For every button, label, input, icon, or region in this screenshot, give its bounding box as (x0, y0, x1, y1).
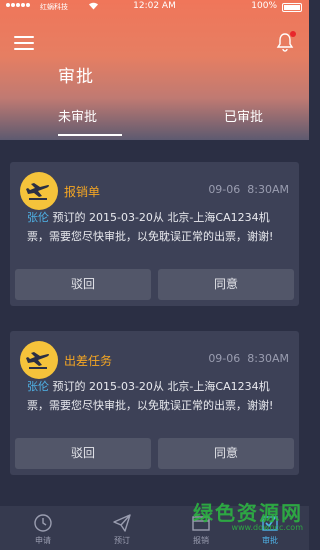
card-text: 预订的 2015-03-20从 北京-上海CA1234机票，需要您尽快审批，以免… (27, 211, 274, 243)
page-title: 审批 (58, 67, 94, 87)
card-time: 8:30AM (247, 352, 289, 365)
plane-icon (20, 172, 58, 210)
battery-percent: 100% (251, 1, 277, 11)
watermark-url: www.downcc.com (231, 523, 303, 532)
card-date: 09-06 (208, 352, 241, 365)
card-title: 出差任务 (64, 354, 113, 368)
reject-button[interactable]: 驳回 (15, 438, 151, 469)
nav-apply[interactable]: 申请 (13, 506, 73, 550)
paper-plane-icon (113, 514, 131, 532)
card-datetime: 09-06 8:30AM (208, 183, 289, 196)
card-datetime: 09-06 8:30AM (208, 352, 289, 365)
approval-card: 报销单 09-06 8:30AM 张伦 预订的 2015-03-20从 北京-上… (10, 162, 299, 306)
battery-icon (282, 3, 302, 12)
watermark: 绿色资源网 www.downcc.com (193, 497, 303, 532)
tab-active-indicator (58, 134, 122, 136)
approve-button[interactable]: 同意 (158, 438, 294, 469)
nav-booking-label: 预订 (114, 536, 130, 545)
applicant-name[interactable]: 张伦 (27, 211, 49, 224)
nav-booking[interactable]: 预订 (92, 506, 152, 550)
bell-icon[interactable] (275, 31, 296, 52)
tab-bar: 未审批 已审批 (0, 98, 309, 140)
tab-approved[interactable]: 已审批 (224, 106, 263, 125)
card-date: 09-06 (208, 183, 241, 196)
card-description: 张伦 预订的 2015-03-20从 北京-上海CA1234机票，需要您尽快审批… (27, 208, 289, 246)
nav-reimburse-label: 报销 (193, 536, 209, 545)
card-description: 张伦 预订的 2015-03-20从 北京-上海CA1234机票，需要您尽快审批… (27, 377, 289, 415)
status-bar: 红蜗科技 12:02 AM 100% (0, 0, 309, 14)
header: 红蜗科技 12:02 AM 100% 审批 未审批 已审批 (0, 0, 309, 140)
tab-pending[interactable]: 未审批 (58, 106, 97, 125)
hamburger-menu-icon[interactable] (14, 36, 34, 50)
card-time: 8:30AM (247, 183, 289, 196)
nav-approval-label: 审批 (262, 536, 278, 545)
approval-card: 出差任务 09-06 8:30AM 张伦 预订的 2015-03-20从 北京-… (10, 331, 299, 475)
plane-icon (20, 341, 58, 379)
nav-apply-label: 申请 (35, 536, 51, 545)
applicant-name[interactable]: 张伦 (27, 380, 49, 393)
card-title: 报销单 (64, 185, 101, 199)
card-text: 预订的 2015-03-20从 北京-上海CA1234机票，需要您尽快审批，以免… (27, 380, 274, 412)
notification-dot (290, 31, 296, 37)
approve-button[interactable]: 同意 (158, 269, 294, 300)
reject-button[interactable]: 驳回 (15, 269, 151, 300)
watermark-text: 绿色资源网 (193, 501, 303, 525)
clock-icon (34, 514, 52, 532)
